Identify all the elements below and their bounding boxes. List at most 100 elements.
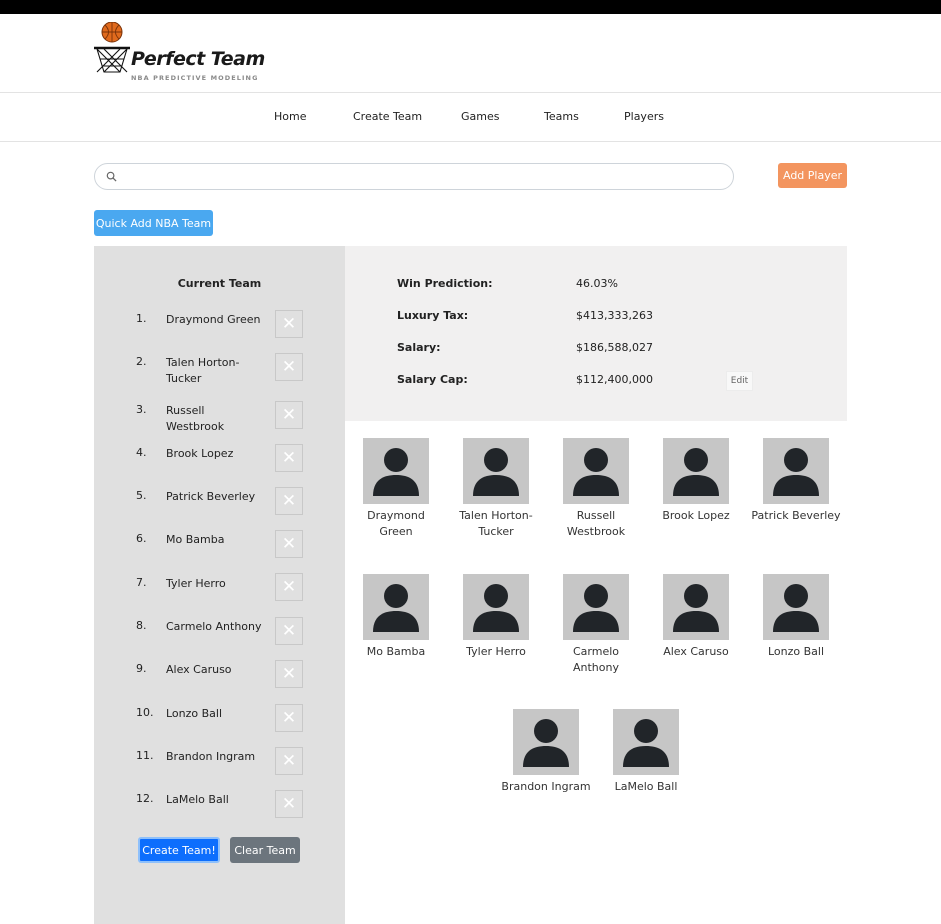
edit-salary-cap-button[interactable]: Edit — [726, 371, 753, 391]
current-team-title: Current Team — [177, 277, 262, 290]
remove-player-button[interactable]: ✕ — [275, 747, 303, 775]
team-list-player-name: Talen Horton-Tucker — [166, 356, 240, 385]
salary-value: $186,588,027 — [576, 341, 653, 354]
person-silhouette-icon — [563, 574, 629, 640]
close-icon: ✕ — [281, 534, 297, 554]
current-team-panel: Current Team 1. Draymond Green ✕ 2. Tale… — [94, 246, 345, 924]
nav-teams[interactable]: Teams — [544, 110, 579, 123]
search-input[interactable] — [123, 167, 723, 187]
player-card-name: Brandon Ingram — [501, 780, 591, 793]
close-icon: ✕ — [281, 708, 297, 728]
team-list-player-name: Mo Bamba — [166, 533, 225, 546]
player-card-name: Mo Bamba — [366, 645, 426, 658]
player-card-name: Tyler Herro — [466, 645, 526, 658]
close-icon: ✕ — [281, 621, 297, 641]
person-silhouette-icon — [463, 438, 529, 504]
person-silhouette-icon — [363, 438, 429, 504]
remove-player-button[interactable]: ✕ — [275, 444, 303, 472]
team-stats-panel: Win Prediction: 46.03% Luxury Tax: $413,… — [345, 246, 847, 421]
team-list-number: 2. — [136, 355, 147, 368]
team-list-player-name: Lonzo Ball — [166, 707, 223, 720]
person-silhouette-icon — [663, 438, 729, 504]
team-list-number: 12. — [136, 792, 154, 805]
nav-players[interactable]: Players — [624, 110, 664, 123]
salary-cap-label: Salary Cap: — [397, 373, 468, 386]
player-card-name: Patrick Beverley — [751, 509, 841, 522]
player-search-bar — [94, 163, 734, 190]
player-card-name: Talen Horton-Tucker — [459, 509, 533, 538]
nav-home[interactable]: Home — [274, 110, 306, 123]
win-prediction-label: Win Prediction: — [397, 277, 493, 290]
nav-games[interactable]: Games — [461, 110, 499, 123]
team-list-number: 7. — [136, 576, 147, 589]
team-list-number: 3. — [136, 403, 147, 416]
remove-player-button[interactable]: ✕ — [275, 617, 303, 645]
player-card-name: Brook Lopez — [662, 509, 730, 522]
close-icon: ✕ — [281, 448, 297, 468]
close-icon: ✕ — [281, 664, 297, 684]
quick-add-nba-team-button[interactable]: Quick Add NBA Team — [94, 210, 213, 236]
salary-cap-value: $112,400,000 — [576, 373, 653, 386]
team-list-number: 10. — [136, 706, 154, 719]
person-silhouette-icon — [463, 574, 529, 640]
player-card-name: Draymond Green — [367, 509, 425, 538]
person-silhouette-icon — [763, 438, 829, 504]
win-prediction-value: 46.03% — [576, 277, 618, 290]
clear-team-button[interactable]: Clear Team — [230, 837, 300, 863]
person-silhouette-icon — [663, 574, 729, 640]
remove-player-button[interactable]: ✕ — [275, 660, 303, 688]
person-silhouette-icon — [363, 574, 429, 640]
player-card-name: Carmelo Anthony — [572, 645, 620, 674]
person-silhouette-icon — [763, 574, 829, 640]
close-icon: ✕ — [281, 405, 297, 425]
team-list-player-name: Patrick Beverley — [166, 490, 256, 503]
luxury-tax-label: Luxury Tax: — [397, 309, 469, 322]
top-black-bar — [0, 0, 941, 14]
close-icon: ✕ — [281, 751, 297, 771]
person-silhouette-icon — [563, 438, 629, 504]
remove-player-button[interactable]: ✕ — [275, 487, 303, 515]
remove-player-button[interactable]: ✕ — [275, 401, 303, 429]
remove-player-button[interactable]: ✕ — [275, 310, 303, 338]
team-list-player-name: Brandon Ingram — [166, 750, 256, 763]
person-silhouette-icon — [613, 709, 679, 775]
player-card-name: Alex Caruso — [663, 645, 729, 658]
team-list-number: 5. — [136, 489, 147, 502]
add-player-button[interactable]: Add Player — [778, 163, 847, 188]
team-list-number: 8. — [136, 619, 147, 632]
close-icon: ✕ — [281, 794, 297, 814]
main-nav: Home Create Team Games Teams Players — [0, 93, 941, 142]
team-list-player-name: LaMelo Ball — [166, 793, 229, 806]
player-card-name: LaMelo Ball — [614, 780, 678, 793]
remove-player-button[interactable]: ✕ — [275, 790, 303, 818]
person-silhouette-icon — [513, 709, 579, 775]
team-list-player-name: Carmelo Anthony — [166, 620, 262, 633]
player-card-name: Russell Westbrook — [566, 509, 626, 538]
nav-create-team[interactable]: Create Team — [353, 110, 422, 123]
team-list-player-name: Alex Caruso — [166, 663, 232, 676]
remove-player-button[interactable]: ✕ — [275, 353, 303, 381]
close-icon: ✕ — [281, 577, 297, 597]
close-icon: ✕ — [281, 314, 297, 334]
salary-label: Salary: — [397, 341, 441, 354]
basketball-hoop-icon — [94, 22, 130, 73]
team-list-player-name: Brook Lopez — [166, 447, 234, 460]
search-icon — [106, 171, 117, 182]
close-icon: ✕ — [281, 491, 297, 511]
team-list-player-name: Draymond Green — [166, 313, 261, 326]
create-team-button[interactable]: Create Team! — [138, 837, 220, 863]
brand-title: Perfect Team — [131, 48, 265, 70]
remove-player-button[interactable]: ✕ — [275, 704, 303, 732]
team-list-number: 1. — [136, 312, 147, 325]
remove-player-button[interactable]: ✕ — [275, 573, 303, 601]
team-list-number: 6. — [136, 532, 147, 545]
team-list-player-name: Tyler Herro — [166, 577, 226, 590]
close-icon: ✕ — [281, 357, 297, 377]
remove-player-button[interactable]: ✕ — [275, 530, 303, 558]
luxury-tax-value: $413,333,263 — [576, 309, 653, 322]
brand-subtitle: NBA PREDICTIVE MODELING — [131, 74, 259, 82]
site-header: Perfect Team NBA PREDICTIVE MODELING — [0, 14, 941, 93]
team-list-player-name: Russell Westbrook — [166, 404, 225, 433]
team-list-number: 11. — [136, 749, 154, 762]
brand-logo[interactable]: Perfect Team NBA PREDICTIVE MODELING — [94, 22, 265, 82]
